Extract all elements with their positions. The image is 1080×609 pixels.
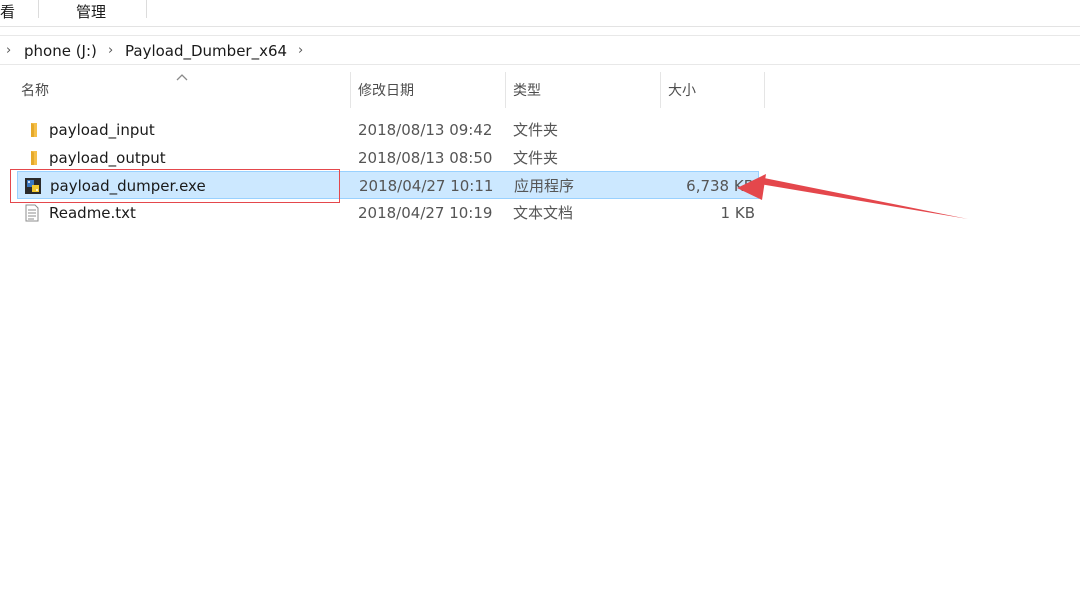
column-divider[interactable] <box>764 72 765 108</box>
chevron-right-icon[interactable]: › <box>108 40 113 62</box>
file-date: 2018/04/27 10:19 <box>358 204 493 222</box>
column-header-date[interactable]: 修改日期 <box>358 81 414 101</box>
file-date: 2018/08/13 08:50 <box>358 149 493 167</box>
chevron-right-icon[interactable]: › <box>6 40 11 62</box>
file-date: 2018/08/13 09:42 <box>358 121 493 139</box>
tab-divider <box>146 0 147 18</box>
file-size: 6,738 KB <box>686 177 754 195</box>
column-divider[interactable] <box>350 72 351 108</box>
sort-ascending-icon <box>176 74 188 81</box>
column-header-size[interactable]: 大小 <box>668 81 696 101</box>
breadcrumb-item-drive[interactable]: phone (J:) <box>24 40 97 62</box>
tab-divider <box>38 0 39 18</box>
file-name: Readme.txt <box>49 204 136 222</box>
column-headers: 名称 修改日期 类型 大小 <box>0 72 1080 110</box>
folder-icon <box>31 151 37 165</box>
file-name: payload_input <box>49 121 155 139</box>
file-type: 文本文档 <box>513 204 574 222</box>
folder-icon <box>31 123 37 137</box>
chevron-right-icon[interactable]: › <box>298 40 303 62</box>
file-type: 文件夹 <box>513 149 559 167</box>
file-row[interactable]: Readme.txt 2018/04/27 10:19 文本文档 1 KB <box>17 199 759 227</box>
text-file-icon <box>25 204 39 222</box>
file-type: 应用程序 <box>514 177 575 195</box>
tab-view[interactable]: 看 <box>0 2 15 24</box>
column-divider[interactable] <box>660 72 661 108</box>
breadcrumb[interactable]: › phone (J:) › Payload_Dumber_x64 › <box>0 35 1080 65</box>
file-name: payload_output <box>49 149 166 167</box>
file-row[interactable]: payload_output 2018/08/13 08:50 文件夹 <box>17 144 759 172</box>
ribbon-tabs: 看 管理 <box>0 0 1080 27</box>
file-size: 1 KB <box>720 204 755 222</box>
column-header-type[interactable]: 类型 <box>513 81 541 101</box>
column-divider[interactable] <box>505 72 506 108</box>
file-row[interactable]: payload_input 2018/08/13 09:42 文件夹 <box>17 116 759 144</box>
file-type: 文件夹 <box>513 121 559 139</box>
column-header-name[interactable]: 名称 <box>21 81 49 101</box>
tab-manage[interactable]: 管理 <box>76 2 106 24</box>
annotation-highlight-box <box>10 169 340 203</box>
file-date: 2018/04/27 10:11 <box>359 177 494 195</box>
breadcrumb-item-folder[interactable]: Payload_Dumber_x64 <box>125 40 287 62</box>
